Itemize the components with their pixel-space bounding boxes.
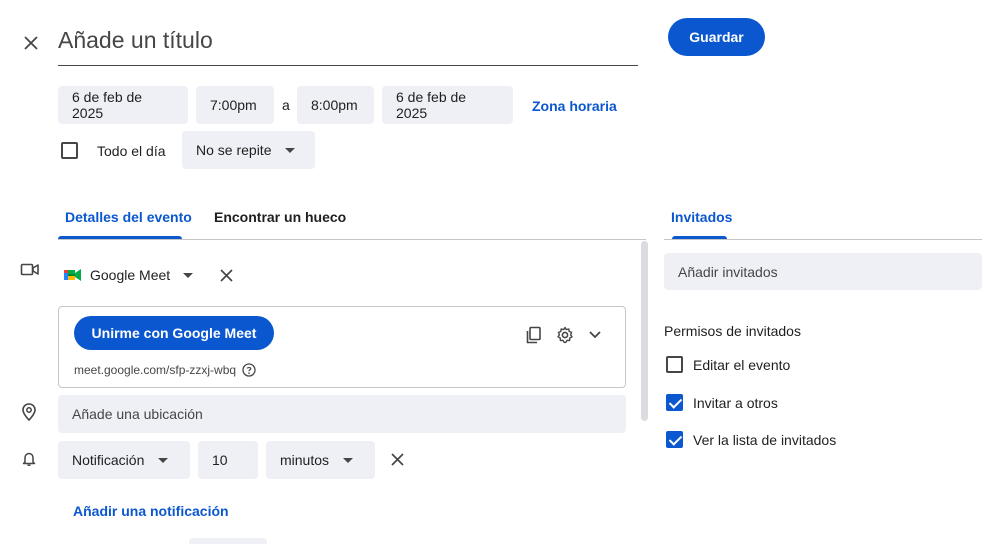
video-camera-icon	[19, 261, 41, 279]
chevron-down-icon	[285, 147, 296, 153]
permission-see-list-checkbox[interactable]	[666, 431, 683, 448]
bell-icon	[20, 449, 38, 469]
time-separator: a	[282, 97, 290, 113]
timezone-link[interactable]: Zona horaria	[532, 98, 617, 114]
repeat-dropdown[interactable]: No se repite	[182, 131, 315, 169]
chevron-down-icon[interactable]	[586, 326, 604, 344]
end-date-chip[interactable]: 6 de feb de 2025	[382, 86, 513, 124]
join-meet-button[interactable]: Unirme con Google Meet	[74, 316, 274, 350]
tab-guests[interactable]: Invitados	[671, 209, 732, 225]
guests-tabs-divider	[664, 239, 982, 240]
tabs-divider	[58, 239, 646, 240]
title-input[interactable]: Añade un título	[58, 22, 638, 66]
add-guests-input[interactable]: Añadir invitados	[664, 253, 982, 290]
location-pin-icon	[20, 402, 38, 422]
meet-provider-dropdown[interactable]: Google Meet	[64, 264, 194, 286]
join-meet-label: Unirme con Google Meet	[91, 325, 257, 341]
add-notification-link[interactable]: Añadir una notificación	[73, 503, 229, 519]
location-placeholder: Añade una ubicación	[72, 406, 203, 422]
notification-type-dropdown[interactable]: Notificación	[58, 441, 190, 479]
close-icon[interactable]	[20, 32, 42, 54]
copy-icon[interactable]	[524, 325, 544, 345]
chevron-down-icon	[343, 457, 354, 463]
permission-edit-checkbox[interactable]	[666, 356, 683, 373]
end-time-chip[interactable]: 8:00pm	[297, 86, 374, 124]
remove-notification-icon[interactable]	[389, 451, 405, 467]
remove-meet-icon[interactable]	[218, 267, 234, 283]
notification-unit-value: minutos	[280, 452, 330, 468]
meet-card: Unirme con Google Meet meet.google.com/s…	[58, 306, 626, 388]
permission-edit-label: Editar el evento	[693, 357, 791, 373]
meet-provider-label: Google Meet	[90, 267, 171, 283]
all-day-checkbox[interactable]	[61, 142, 78, 159]
scrollbar-thumb[interactable]	[641, 241, 648, 421]
gear-icon[interactable]	[555, 325, 575, 345]
permission-invite-label: Invitar a otros	[693, 395, 778, 411]
save-button[interactable]: Guardar	[668, 18, 765, 56]
add-guests-placeholder: Añadir invitados	[678, 263, 778, 280]
end-date-text: 6 de feb de 2025	[396, 89, 467, 121]
tab-find-time[interactable]: Encontrar un hueco	[214, 209, 346, 225]
repeat-value: No se repite	[196, 142, 272, 158]
cutoff-chip[interactable]	[189, 538, 267, 544]
permission-see-list-label: Ver la lista de invitados	[693, 432, 837, 448]
guest-permissions-title: Permisos de invitados	[664, 323, 801, 339]
start-date-text: 6 de feb de 2025	[72, 89, 143, 121]
start-time-chip[interactable]: 7:00pm	[196, 86, 274, 124]
help-icon[interactable]	[242, 363, 256, 377]
notification-amount-input[interactable]: 10	[198, 441, 258, 479]
notification-type-value: Notificación	[72, 452, 145, 468]
chevron-down-icon	[158, 457, 169, 463]
tab-event-details[interactable]: Detalles del evento	[65, 209, 192, 225]
google-meet-logo-icon	[64, 268, 82, 282]
notification-amount-value: 10	[212, 452, 228, 468]
meet-link[interactable]: meet.google.com/sfp-zzxj-wbq	[74, 363, 236, 377]
meet-link-row: meet.google.com/sfp-zzxj-wbq	[74, 362, 256, 378]
end-time-text: 8:00pm	[311, 97, 358, 113]
start-time-text: 7:00pm	[210, 97, 257, 113]
location-input[interactable]: Añade una ubicación	[58, 395, 626, 433]
chevron-down-icon	[183, 272, 194, 278]
notification-unit-dropdown[interactable]: minutos	[266, 441, 375, 479]
all-day-label: Todo el día	[97, 143, 166, 159]
permission-invite-checkbox[interactable]	[666, 394, 683, 411]
title-placeholder: Añade un título	[58, 27, 213, 53]
save-button-label: Guardar	[689, 29, 744, 45]
start-date-chip[interactable]: 6 de feb de 2025	[58, 86, 188, 124]
